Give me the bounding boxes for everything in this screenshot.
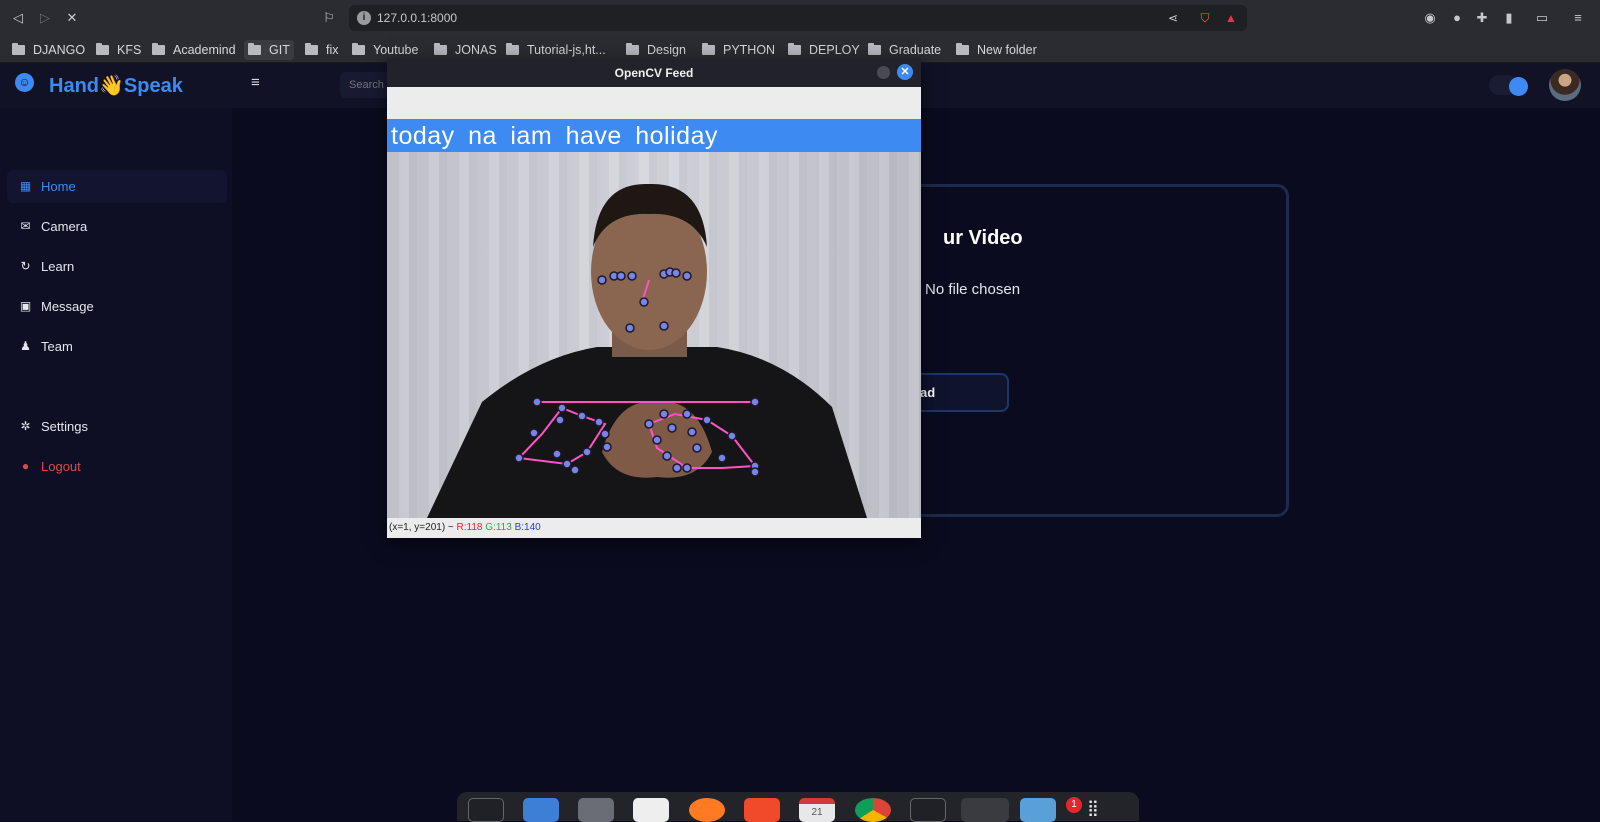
opencv-window-title: OpenCV Feed: [614, 66, 694, 80]
terminal-icon[interactable]: [468, 798, 504, 822]
sidebar-item-team[interactable]: ♟ Team: [7, 330, 227, 363]
terminal-icon[interactable]: [910, 798, 946, 822]
minimize-icon[interactable]: [877, 66, 890, 79]
bookmark-folder[interactable]: Tutorial-js,ht...: [502, 40, 610, 60]
camera-feed: [387, 152, 921, 518]
site-info-icon[interactable]: i: [357, 11, 371, 25]
extension-dot-icon[interactable]: ●: [1448, 9, 1466, 27]
hamburger-menu-icon[interactable]: ≡: [251, 74, 260, 91]
folder-icon: [868, 43, 881, 55]
sign-caption-text: today na iam have holiday: [391, 122, 718, 150]
opencv-statusbar: (x=1, y=201) ~ R:118 G:113 B:140: [387, 518, 921, 538]
bookmark-folder[interactable]: GIT: [244, 40, 294, 60]
back-icon[interactable]: ◁: [9, 9, 27, 27]
calendar-icon[interactable]: 21: [799, 798, 835, 822]
sidebar-item-message[interactable]: ▣ Message: [7, 290, 227, 323]
opencv-toolbar: [387, 87, 921, 119]
upload-card-title: ur Video: [943, 227, 1023, 249]
smile-icon: ☺: [15, 73, 34, 92]
bookmark-icon[interactable]: ⚐: [320, 9, 338, 27]
browser-toolbar: ◁ ▷ ✕ ⚐ i 127.0.0.1:8000 ⋖ ⛉ ▲ ◉ ● ✚ ▮ ▭…: [0, 0, 1600, 36]
os-dock: 21 ⣿: [457, 792, 1139, 822]
brave-icon[interactable]: [744, 798, 780, 822]
camera-frame: [387, 152, 921, 518]
gear-icon: ✲: [20, 419, 31, 433]
users-icon: ♟: [20, 339, 31, 353]
brave-rewards-icon[interactable]: ▲: [1223, 10, 1239, 26]
puzzle-icon[interactable]: ✚: [1473, 9, 1491, 27]
upload-card: ur Video No file chosen ad: [880, 184, 1289, 517]
folder-icon: [248, 43, 261, 55]
notification-badge: 1: [1066, 797, 1082, 813]
file-input-status[interactable]: No file chosen: [925, 281, 1020, 298]
sidebar-item-home[interactable]: ▦ Home: [7, 170, 227, 203]
bookmark-folder[interactable]: New folder: [952, 40, 1041, 60]
envelope-icon: ✉: [20, 219, 31, 233]
share-icon[interactable]: ⋖: [1165, 10, 1181, 26]
bookmark-folder[interactable]: Graduate: [864, 40, 945, 60]
folder-icon: [96, 43, 109, 55]
menu-icon[interactable]: ≡: [1569, 9, 1587, 27]
theme-toggle-knob[interactable]: [1509, 77, 1528, 96]
logout-icon: ●: [21, 459, 30, 473]
opencv-titlebar[interactable]: OpenCV Feed ✕: [387, 58, 921, 87]
software-icon[interactable]: [1020, 798, 1056, 822]
folder-icon: [305, 43, 318, 55]
bookmark-folder[interactable]: KFS: [92, 40, 145, 60]
chat-icon: ▣: [19, 299, 32, 313]
folder-icon: [352, 43, 365, 55]
sidebar-item-camera[interactable]: ✉ Camera: [7, 210, 227, 243]
folder-icon: [788, 43, 801, 55]
circle-arrow-icon: ↻: [20, 259, 31, 273]
folder-icon: [702, 43, 715, 55]
sign-caption-bar: today na iam have holiday: [387, 119, 921, 152]
text-editor-icon[interactable]: [633, 798, 669, 822]
url-bar[interactable]: i 127.0.0.1:8000 ⋖ ⛉ ▲: [349, 5, 1247, 31]
brave-shields-icon[interactable]: ⛉: [1197, 10, 1213, 26]
wallet-icon[interactable]: ▭: [1533, 9, 1551, 27]
folder-icon: [12, 43, 25, 55]
extension-record-icon[interactable]: ◉: [1421, 9, 1439, 27]
bookmark-folder[interactable]: Design: [622, 40, 690, 60]
grid-icon: ▦: [19, 179, 32, 193]
bookmark-folder[interactable]: Academind: [148, 40, 240, 60]
opencv-window: OpenCV Feed ✕ today na iam have holiday: [387, 58, 921, 538]
sidebar-icon[interactable]: ▮: [1500, 9, 1518, 27]
firefox-icon[interactable]: [689, 798, 725, 822]
folder-icon: [626, 43, 639, 55]
bookmark-folder[interactable]: DJANGO: [8, 40, 89, 60]
bookmark-folder[interactable]: JONAS: [430, 40, 501, 60]
forward-icon[interactable]: ▷: [36, 9, 54, 27]
search-input[interactable]: [340, 72, 390, 98]
waving-hand-icon: 👋: [99, 75, 124, 97]
folder-icon: [506, 43, 519, 55]
folder-icon: [434, 43, 447, 55]
folder-icon: [152, 43, 165, 55]
sidebar-item-learn[interactable]: ↻ Learn: [7, 250, 227, 283]
bookmark-folder[interactable]: PYTHON: [698, 40, 779, 60]
brand-logo[interactable]: Hand👋Speak: [49, 73, 183, 98]
stop-icon[interactable]: ✕: [63, 9, 81, 27]
calculator-icon[interactable]: [578, 798, 614, 822]
avatar[interactable]: [1549, 69, 1581, 101]
url-text: 127.0.0.1:8000: [377, 11, 458, 25]
close-icon[interactable]: ✕: [897, 64, 913, 80]
sidebar-item-settings[interactable]: ✲ Settings: [7, 410, 227, 443]
folder-icon: [956, 43, 969, 55]
settings-icon[interactable]: [961, 798, 1009, 822]
bookmark-folder[interactable]: fix: [301, 40, 343, 60]
sidebar-item-logout[interactable]: ● Logout: [7, 450, 227, 483]
sidebar: ▦ Home ✉ Camera ↻ Learn ▣ Message ♟ Team ✲ Set…: [0, 108, 232, 821]
bookmark-folder[interactable]: Youtube: [348, 40, 422, 60]
bookmark-folder[interactable]: DEPLOY: [784, 40, 864, 60]
chrome-icon[interactable]: [855, 798, 891, 822]
files-icon[interactable]: [523, 798, 559, 822]
